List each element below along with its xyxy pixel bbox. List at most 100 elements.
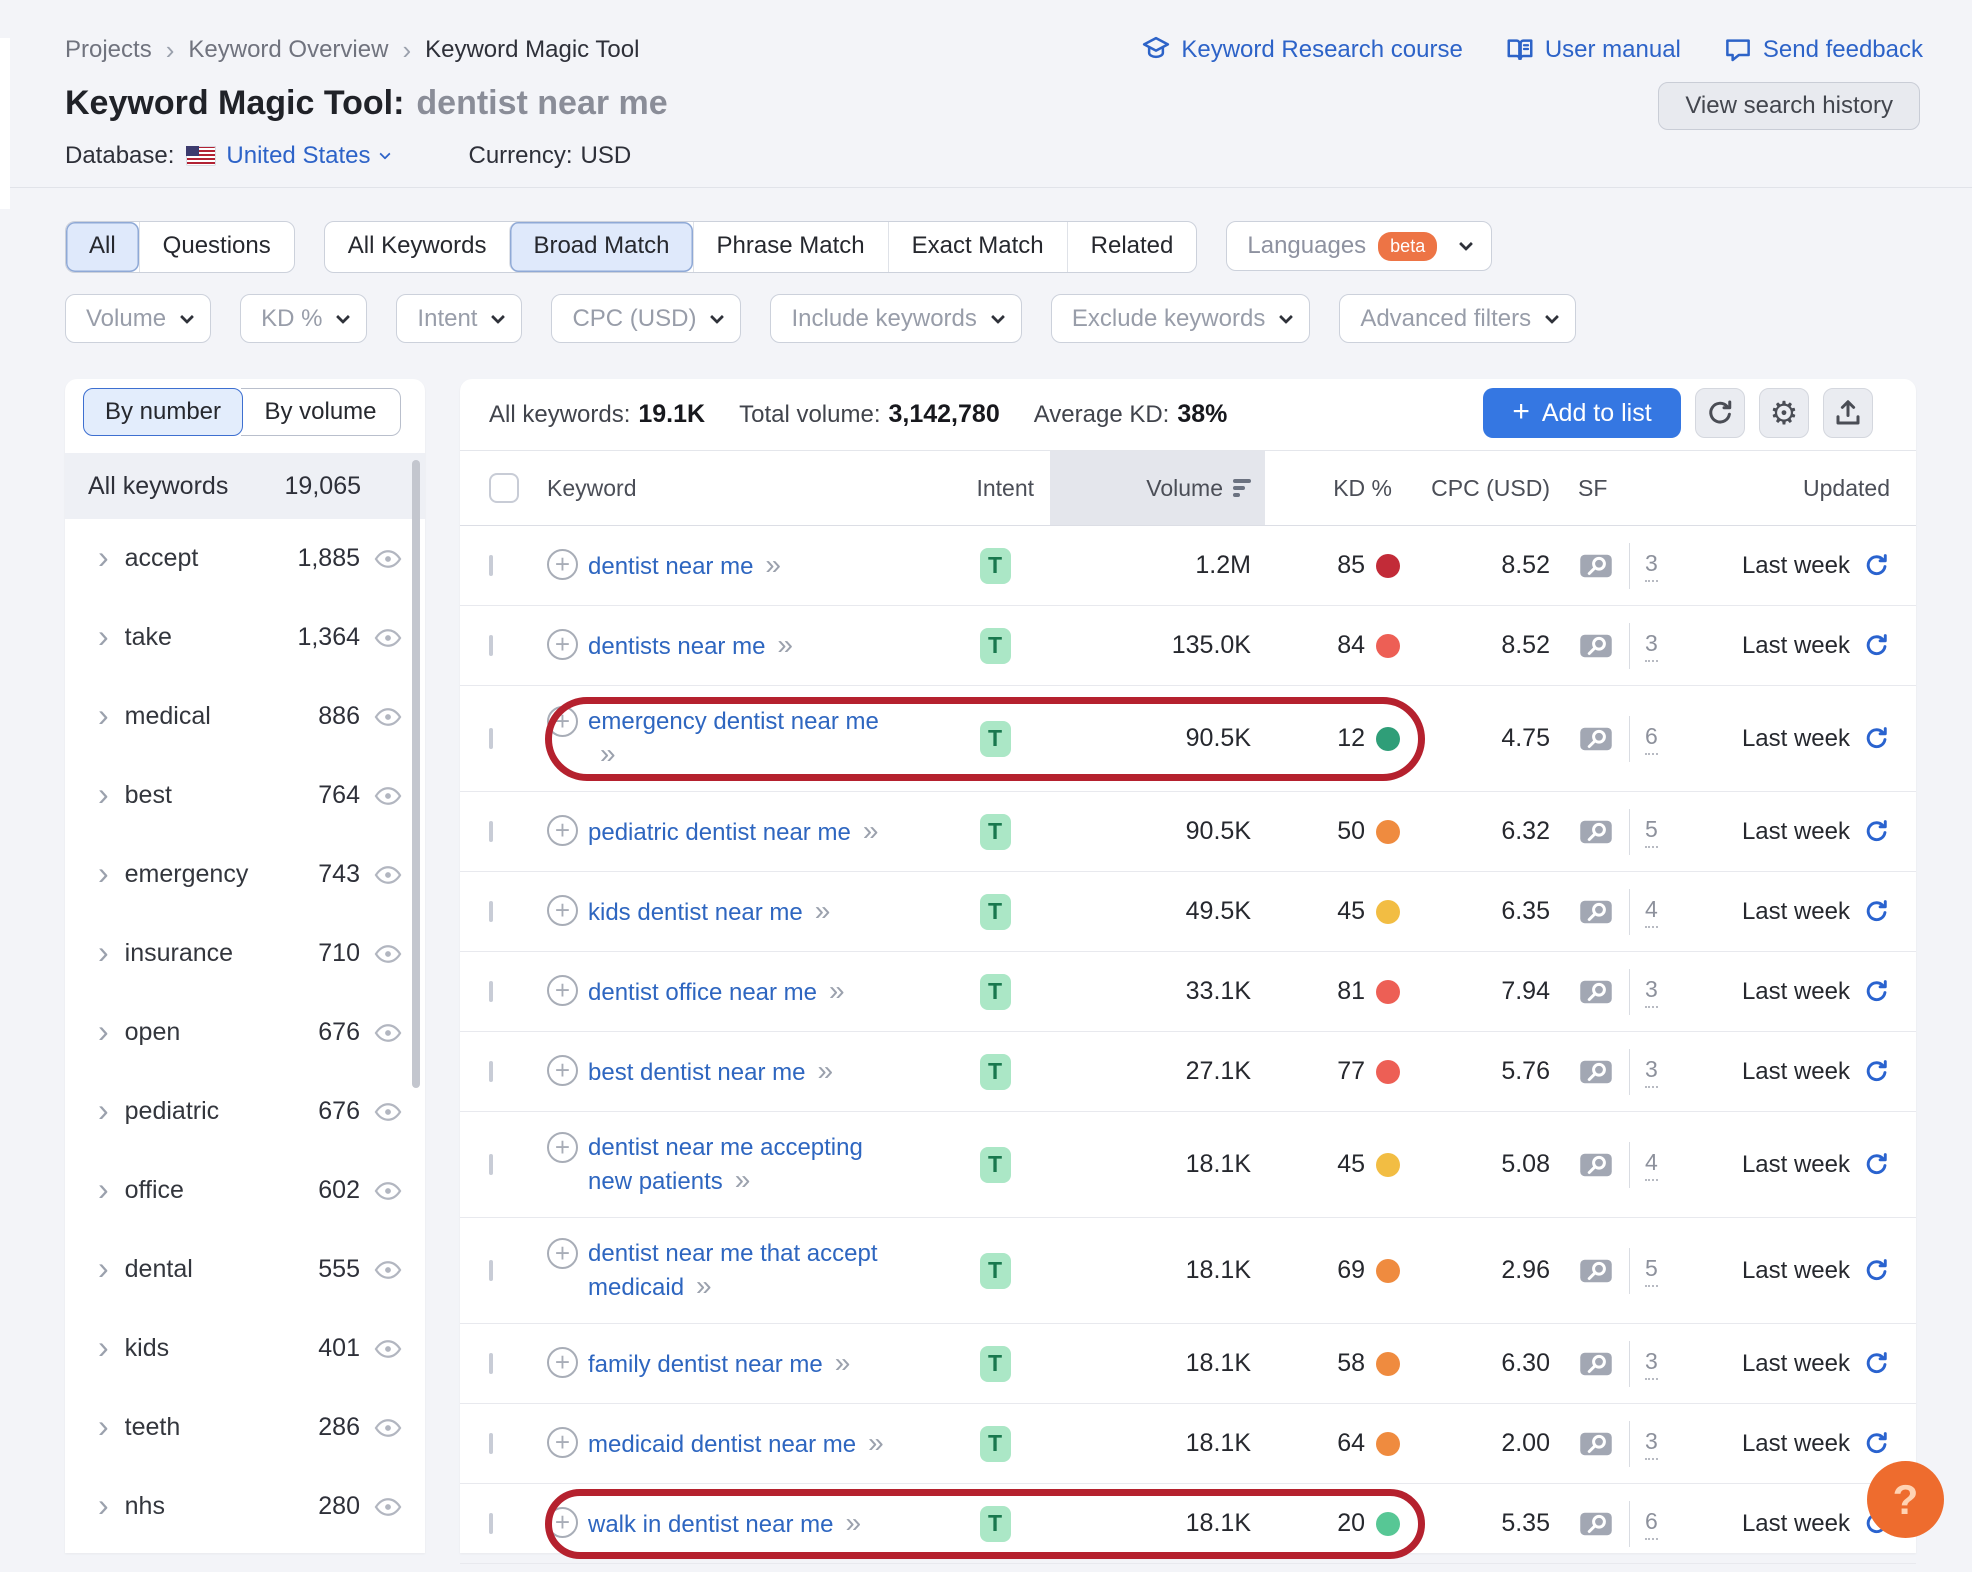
column-header-sf[interactable]: SF <box>1550 451 1680 525</box>
add-keyword-icon[interactable]: + <box>547 814 578 846</box>
row-checkbox[interactable] <box>489 554 493 576</box>
eye-icon[interactable] <box>374 944 402 964</box>
refresh-icon[interactable] <box>1863 1058 1890 1085</box>
eye-icon[interactable] <box>374 1339 402 1359</box>
keyword-group-item[interactable]: › nhs 280 <box>65 1467 425 1546</box>
row-checkbox[interactable] <box>489 1259 493 1281</box>
expand-keyword-icon[interactable]: » <box>600 738 616 769</box>
match-tab[interactable]: Questions <box>138 222 294 272</box>
filter-dropdown[interactable]: Include keywords <box>770 294 1022 343</box>
eye-icon[interactable] <box>374 865 402 885</box>
chevron-right-icon[interactable]: › <box>98 857 109 889</box>
keyword-link[interactable]: medicaid <box>588 1274 684 1301</box>
row-checkbox[interactable] <box>489 980 493 1002</box>
expand-keyword-icon[interactable]: » <box>835 1347 851 1378</box>
expand-keyword-icon[interactable]: » <box>863 815 879 846</box>
match-tab[interactable]: All Keywords <box>325 222 510 272</box>
chevron-right-icon[interactable]: › <box>98 1489 109 1521</box>
help-button[interactable]: ? <box>1867 1461 1944 1538</box>
intent-badge[interactable]: T <box>979 547 1011 584</box>
serp-preview-icon[interactable] <box>1578 1509 1614 1539</box>
sf-count[interactable]: 3 <box>1645 1428 1658 1460</box>
add-keyword-icon[interactable]: + <box>547 628 578 660</box>
expand-keyword-icon[interactable]: » <box>845 1507 861 1538</box>
chevron-right-icon[interactable]: › <box>98 936 109 968</box>
chevron-right-icon[interactable]: › <box>98 1331 109 1363</box>
filter-dropdown[interactable]: Volume <box>65 294 212 343</box>
match-tab[interactable]: Exact Match <box>887 222 1067 272</box>
chevron-down-icon[interactable] <box>378 148 391 160</box>
filter-dropdown[interactable]: Advanced filters <box>1339 294 1577 343</box>
keyword-group-item[interactable]: › emergency 743 <box>65 835 425 914</box>
intent-badge[interactable]: T <box>979 720 1011 757</box>
add-keyword-icon[interactable]: + <box>547 1237 578 1269</box>
keyword-link[interactable]: dentists near me <box>588 633 765 660</box>
expand-keyword-icon[interactable]: » <box>696 1270 712 1301</box>
serp-preview-icon[interactable] <box>1578 817 1614 847</box>
keyword-group-item[interactable]: › pediatric 676 <box>65 1072 425 1151</box>
refresh-icon[interactable] <box>1863 898 1890 925</box>
row-checkbox[interactable] <box>489 1512 493 1534</box>
sf-count[interactable]: 3 <box>1645 630 1658 662</box>
column-header-updated[interactable]: Updated <box>1680 451 1916 525</box>
sf-count[interactable]: 4 <box>1645 1149 1658 1181</box>
add-to-list-button[interactable]: + Add to list <box>1483 388 1681 438</box>
refresh-icon[interactable] <box>1863 818 1890 845</box>
eye-icon[interactable] <box>374 786 402 806</box>
expand-keyword-icon[interactable]: » <box>868 1427 884 1458</box>
refresh-icon[interactable] <box>1863 1151 1890 1178</box>
expand-keyword-icon[interactable]: » <box>829 975 845 1006</box>
sf-count[interactable]: 6 <box>1645 723 1658 755</box>
chevron-right-icon[interactable]: › <box>98 778 109 810</box>
eye-icon[interactable] <box>374 1102 402 1122</box>
intent-badge[interactable]: T <box>979 1425 1011 1462</box>
header-link[interactable]: Send feedback <box>1723 35 1923 65</box>
keyword-link[interactable]: pediatric dentist near me <box>588 819 851 846</box>
serp-preview-icon[interactable] <box>1578 1429 1614 1459</box>
keyword-group-item[interactable]: › insurance 710 <box>65 914 425 993</box>
keyword-link[interactable]: kids dentist near me <box>588 899 803 926</box>
intent-badge[interactable]: T <box>979 627 1011 664</box>
serp-preview-icon[interactable] <box>1578 897 1614 927</box>
sf-count[interactable]: 3 <box>1645 550 1658 582</box>
keyword-group-item[interactable]: › medical 886 <box>65 677 425 756</box>
header-link[interactable]: User manual <box>1505 35 1681 65</box>
sf-count[interactable]: 3 <box>1645 1348 1658 1380</box>
keyword-link[interactable]: dentist near me that accept <box>588 1240 878 1267</box>
column-header-kd[interactable]: KD % <box>1265 451 1400 525</box>
expand-keyword-icon[interactable]: » <box>815 895 831 926</box>
intent-badge[interactable]: T <box>979 1146 1011 1183</box>
keyword-link[interactable]: dentist near me <box>588 553 753 580</box>
row-checkbox[interactable] <box>489 1352 493 1374</box>
refresh-icon[interactable] <box>1863 725 1890 752</box>
toggle-by-volume[interactable]: By volume <box>241 388 401 436</box>
serp-preview-icon[interactable] <box>1578 1256 1614 1286</box>
match-tab[interactable]: Related <box>1066 222 1197 272</box>
chevron-right-icon[interactable]: › <box>98 620 109 652</box>
keyword-group-item[interactable]: › open 676 <box>65 993 425 1072</box>
intent-badge[interactable]: T <box>979 1505 1011 1542</box>
keyword-group-item[interactable]: › office 602 <box>65 1151 425 1230</box>
chevron-right-icon[interactable]: › <box>98 1252 109 1284</box>
chevron-right-icon[interactable]: › <box>98 541 109 573</box>
refresh-icon[interactable] <box>1863 1350 1890 1377</box>
refresh-icon[interactable] <box>1863 1257 1890 1284</box>
intent-badge[interactable]: T <box>979 973 1011 1010</box>
keyword-group-item[interactable]: › accept 1,885 <box>65 519 425 598</box>
serp-preview-icon[interactable] <box>1578 724 1614 754</box>
eye-icon[interactable] <box>374 1181 402 1201</box>
all-keywords-row[interactable]: All keywords 19,065 <box>65 453 425 519</box>
add-keyword-icon[interactable]: + <box>547 974 578 1006</box>
keyword-group-item[interactable]: › kids 401 <box>65 1309 425 1388</box>
eye-icon[interactable] <box>374 707 402 727</box>
add-keyword-icon[interactable]: + <box>547 1054 578 1086</box>
add-keyword-icon[interactable]: + <box>547 894 578 926</box>
expand-keyword-icon[interactable]: » <box>765 549 781 580</box>
toggle-by-number[interactable]: By number <box>83 388 243 436</box>
chevron-right-icon[interactable]: › <box>98 1015 109 1047</box>
row-checkbox[interactable] <box>489 727 493 749</box>
intent-badge[interactable]: T <box>979 1053 1011 1090</box>
header-link[interactable]: Keyword Research course <box>1141 35 1463 65</box>
serp-preview-icon[interactable] <box>1578 1349 1614 1379</box>
keyword-link[interactable]: walk in dentist near me <box>588 1511 833 1538</box>
